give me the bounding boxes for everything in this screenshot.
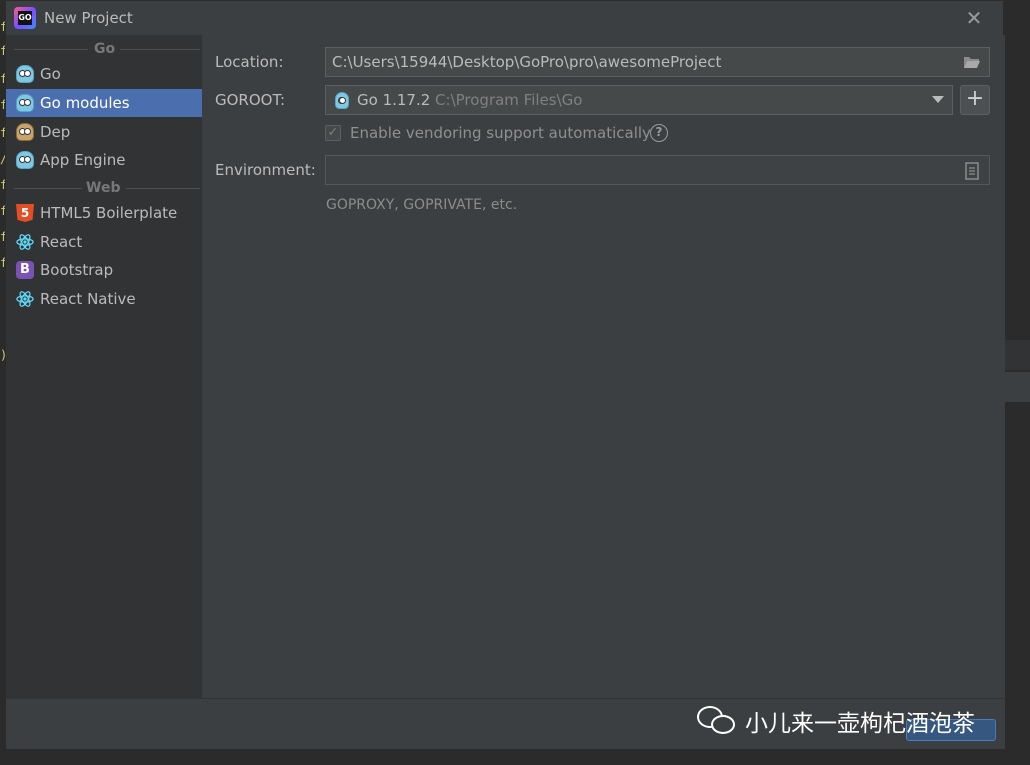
goroot-select[interactable]: Go 1.17.2 C:\Program Files\Go [325, 85, 953, 115]
add-sdk-button[interactable]: + [960, 85, 990, 115]
wechat-icon [697, 706, 737, 736]
background-editor-band [1004, 372, 1030, 402]
watermark-text: 小儿来一壶枸杞酒泡茶 [745, 711, 975, 737]
goroot-version: Go 1.17.2 [357, 91, 431, 109]
bootstrap-icon: B [16, 261, 34, 279]
gopher-dep-icon [16, 123, 34, 141]
document-list-icon[interactable] [965, 162, 979, 180]
sidebar-group-label: Web [86, 180, 121, 196]
location-field[interactable]: C:\Users\15944\Desktop\GoPro\pro\awesome… [325, 47, 990, 77]
sidebar-item-html5-boilerplate[interactable]: 5 HTML5 Boilerplate [6, 199, 202, 227]
dialog-titlebar: GO New Project ✕ [6, 1, 1003, 35]
sidebar-item-dep[interactable]: Dep [6, 118, 202, 146]
html5-icon: 5 [16, 204, 34, 222]
gopher-icon [335, 92, 349, 109]
vendoring-checkbox[interactable]: ✓ [325, 125, 341, 141]
gopher-icon [16, 65, 34, 83]
close-icon[interactable]: ✕ [963, 7, 985, 29]
sidebar-item-react[interactable]: React [6, 228, 202, 256]
sidebar-item-bootstrap[interactable]: B Bootstrap [6, 256, 202, 284]
location-value: C:\Users\15944\Desktop\GoPro\pro\awesome… [332, 53, 722, 71]
project-settings-panel: Location: C:\Users\15944\Desktop\GoPro\p… [202, 35, 1005, 698]
sidebar-item-react-native[interactable]: React Native [6, 285, 202, 313]
sidebar-item-go-modules[interactable]: Go modules [6, 89, 202, 117]
goland-app-icon: GO [14, 7, 36, 29]
sidebar-item-label: Bootstrap [40, 261, 114, 279]
background-editor-band [1004, 340, 1030, 370]
vendoring-label: Enable vendoring support automatically [350, 124, 651, 142]
sidebar-group-web: Web [6, 178, 202, 198]
help-icon[interactable]: ? [650, 124, 668, 142]
sidebar-item-label: HTML5 Boilerplate [40, 204, 178, 222]
sidebar-group-go: Go [6, 39, 202, 59]
sidebar-item-label: App Engine [40, 151, 126, 169]
dialog-title: New Project [44, 9, 133, 27]
goroot-selected-value: Go 1.17.2 C:\Program Files\Go [357, 91, 582, 109]
sidebar-group-label: Go [94, 41, 116, 57]
environment-hint: GOPROXY, GOPRIVATE, etc. [326, 197, 518, 213]
project-type-sidebar: Go Go Go modules Dep App Engine Web 5 HT… [6, 35, 202, 698]
chevron-down-icon [932, 96, 944, 103]
gopher-icon [16, 94, 34, 112]
sidebar-item-label: React [40, 233, 83, 251]
sidebar-item-label: Go [40, 65, 61, 83]
environment-field[interactable] [325, 155, 990, 185]
goland-app-icon-label: GO [18, 11, 32, 25]
location-label: Location: [215, 53, 284, 71]
folder-open-icon[interactable] [963, 54, 981, 70]
react-icon [16, 234, 34, 250]
goroot-label: GOROOT: [215, 91, 286, 109]
new-project-dialog: GO New Project ✕ Go Go Go modules Dep Ap… [5, 0, 1005, 749]
sidebar-item-label: React Native [40, 290, 136, 308]
app-engine-gopher-icon [16, 151, 34, 169]
sidebar-item-go[interactable]: Go [6, 60, 202, 88]
sidebar-item-label: Dep [40, 123, 71, 141]
sidebar-item-label: Go modules [40, 94, 130, 112]
goroot-path: C:\Program Files\Go [430, 91, 583, 109]
react-icon [16, 291, 34, 307]
sidebar-item-app-engine[interactable]: App Engine [6, 146, 202, 174]
wechat-watermark: 小儿来一壶枸杞酒泡茶 [697, 703, 975, 739]
environment-label: Environment: [215, 161, 316, 179]
